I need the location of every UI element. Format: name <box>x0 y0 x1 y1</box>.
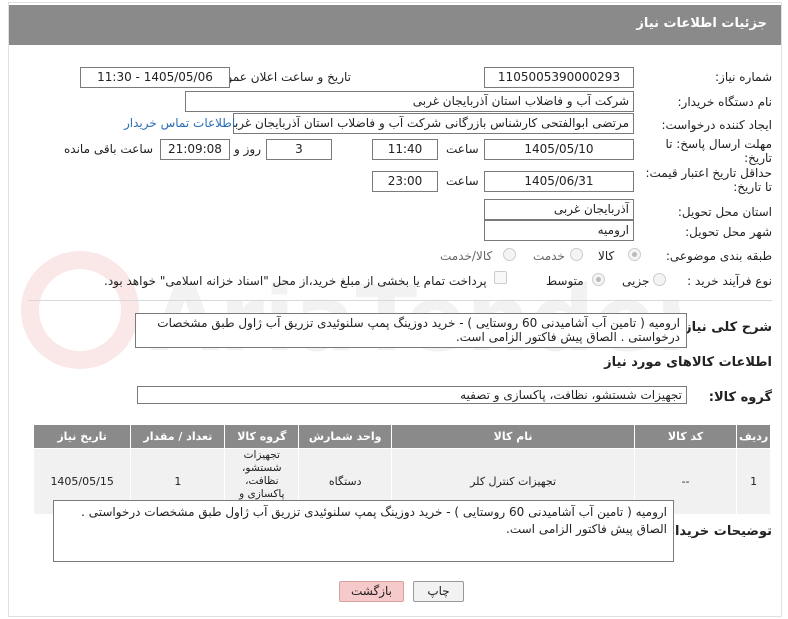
validity-time-field: 23:00 <box>372 171 438 192</box>
buyer-notes-textarea: ارومیه ( تامین آب آشامیدنی 60 روستایی ) … <box>53 500 674 562</box>
validity-date-field: 1405/06/31 <box>484 171 634 192</box>
delivery-province-label: استان محل تحویل: <box>677 205 772 219</box>
remaining-time-field: 21:09:08 <box>160 139 230 160</box>
reply-time-field: 11:40 <box>372 139 438 160</box>
buyer-notes-label: توضیحات خریدار: <box>662 524 772 539</box>
process-type-label: نوع فرآیند خرید : <box>687 274 772 288</box>
summary-label: شرح کلی نیاز: <box>678 320 772 335</box>
col-date-header: تاریخ نیاز <box>32 424 132 449</box>
delivery-city-field: ارومیه <box>484 220 634 241</box>
category-goods-label: کالا <box>598 249 615 263</box>
treasury-payment-note: پرداخت تمام یا بخشی از مبلغ خرید،از محل … <box>104 274 487 288</box>
process-minor-label: جزیی <box>622 274 650 288</box>
page-title: جزئیات اطلاعات نیاز <box>636 16 767 31</box>
reply-days-field: 3 <box>266 139 332 160</box>
col-code-header: کد کالا <box>633 424 738 449</box>
col-row-header: ردیف <box>736 424 771 449</box>
summary-textarea: ارومیه ( تامین آب آشامیدنی 60 روستایی ) … <box>135 313 687 348</box>
remaining-label: ساعت باقی مانده <box>64 142 154 156</box>
category-service-radio[interactable] <box>570 248 583 261</box>
buyer-org-label: نام دستگاه خریدار: <box>677 95 773 109</box>
need-number-label: شماره نیاز: <box>715 70 772 84</box>
category-service-label: خدمت <box>533 249 565 263</box>
col-group-header: گروه کالا <box>224 424 300 449</box>
category-label: طبقه بندی موضوعی: <box>665 249 772 263</box>
back-button[interactable]: بازگشت <box>339 581 404 602</box>
page-header: جزئیات اطلاعات نیاز <box>9 5 781 45</box>
category-goods-radio[interactable] <box>628 248 641 261</box>
process-medium-label: متوسط <box>546 274 584 288</box>
need-number-field: 1105005390000293 <box>484 67 634 88</box>
announce-datetime-field: 1405/05/06 - 11:30 <box>80 67 230 88</box>
requester-label: ایجاد کننده درخواست: <box>661 118 772 132</box>
goods-info-heading: اطلاعات کالاهای مورد نیاز <box>604 355 772 370</box>
buyer-contact-link[interactable]: اطلاعات تماس خریدار <box>124 116 235 130</box>
price-validity-label: حداقل تاریخ اعتبار قیمت: تا تاریخ: <box>645 166 772 194</box>
reply-deadline-label: مهلت ارسال پاسخ: تا تاریخ: <box>665 137 772 165</box>
reply-date-field: 1405/05/10 <box>484 139 634 160</box>
goods-group-label: گروه کالا: <box>708 390 772 405</box>
delivery-province-field: آذربایجان غربی <box>484 199 634 220</box>
buyer-org-field: شرکت آب و فاضلاب استان آذربایجان غربی <box>185 91 634 112</box>
process-medium-radio[interactable] <box>592 273 605 286</box>
treasury-payment-checkbox[interactable] <box>494 271 507 284</box>
category-goods-service-radio[interactable] <box>503 248 516 261</box>
validity-time-label: ساعت <box>446 174 479 188</box>
col-quantity-header: تعداد / مقدار <box>130 424 226 449</box>
category-goods-service-label: کالا/خدمت <box>440 249 493 263</box>
print-button[interactable]: چاپ <box>413 581 464 602</box>
process-minor-radio[interactable] <box>653 273 666 286</box>
cell-row: 1 <box>736 448 771 515</box>
col-unit-header: واحد شمارش <box>298 424 393 449</box>
section-divider <box>28 300 772 301</box>
delivery-city-label: شهر محل تحویل: <box>685 225 772 239</box>
reply-time-label: ساعت <box>446 142 479 156</box>
day-and-label: روز و <box>234 142 261 156</box>
table-header-row: ردیف کد کالا نام کالا واحد شمارش گروه کا… <box>32 424 771 449</box>
requester-field: مرتضی ابوالفتحی کارشناس بازرگانی شرکت آب… <box>233 113 634 134</box>
goods-group-field: تجهیزات شستشو، نظافت، پاکسازی و تصفیه <box>137 386 687 404</box>
col-name-header: نام کالا <box>391 424 635 449</box>
